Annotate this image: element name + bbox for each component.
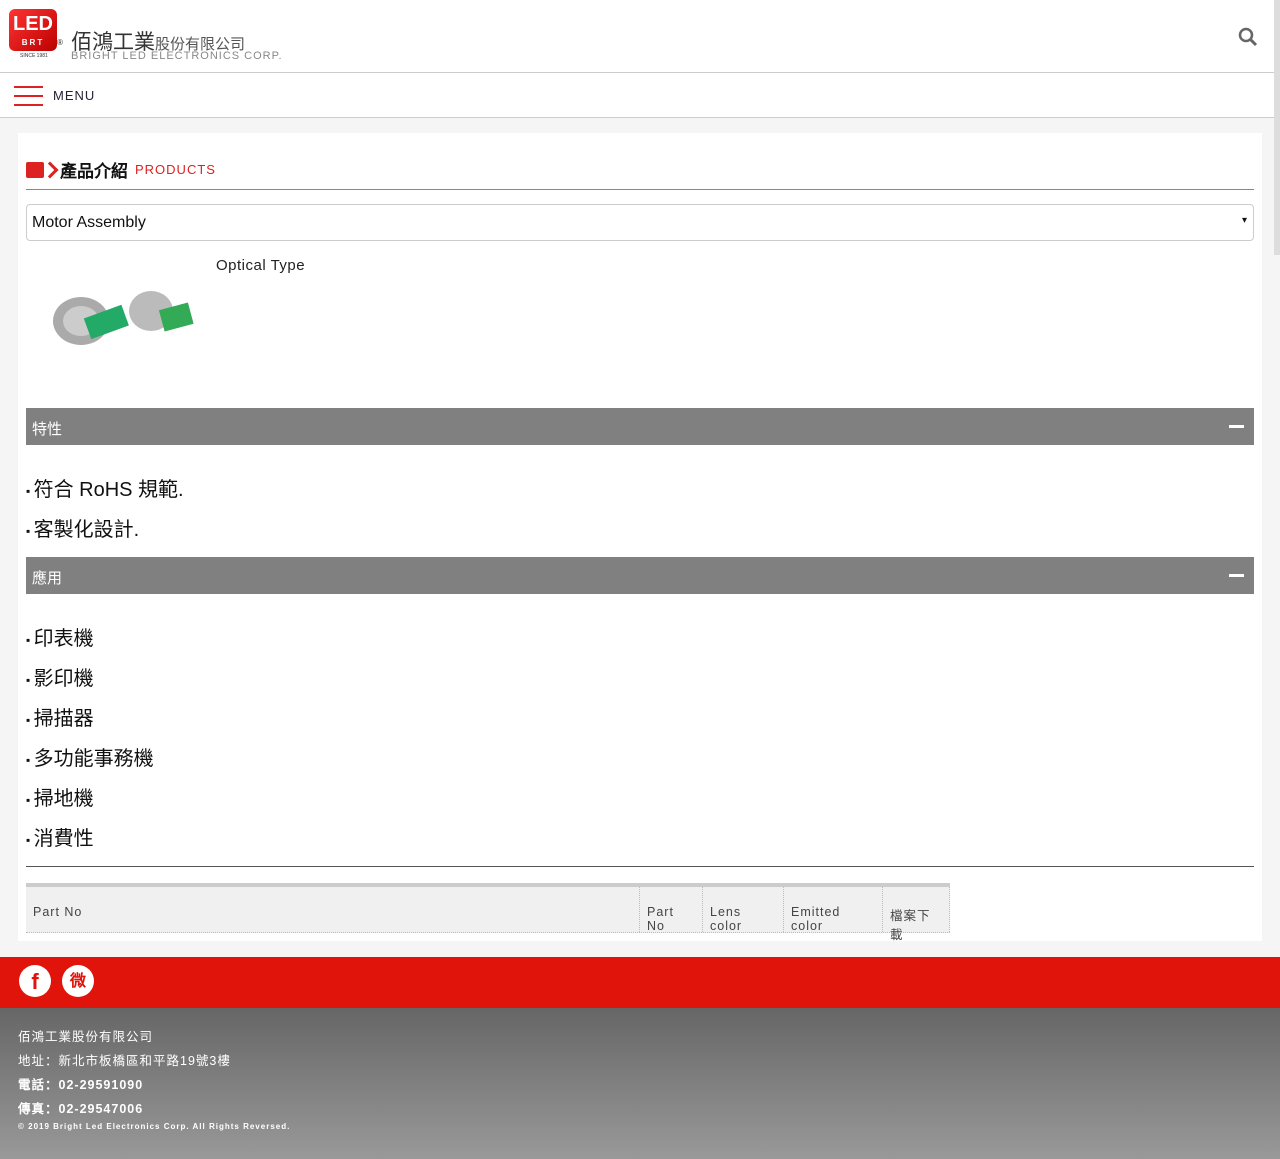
hamburger-icon[interactable] bbox=[14, 86, 43, 106]
product-type: Optical Type bbox=[216, 257, 306, 274]
list-item: 影印機 bbox=[26, 659, 154, 699]
column-header: Lens color bbox=[703, 887, 784, 933]
social-bar: f 微 bbox=[0, 957, 1280, 1008]
list-item: 多功能事務機 bbox=[26, 739, 154, 779]
title-zh: 產品介紹 bbox=[60, 162, 128, 181]
product-image bbox=[53, 291, 194, 345]
features-list: 符合 RoHS 規範. 客製化設計. bbox=[26, 470, 184, 550]
site-header: LED BRT SINCE 1981 ® 佰鴻工業股份有限公司 BRIGHT LE… bbox=[0, 0, 1280, 73]
company-name-en: BRIGHT LED ELECTRONICS CORP. bbox=[71, 50, 283, 62]
list-item: 印表機 bbox=[26, 619, 154, 659]
page-title: 產品介紹 PRODUCTS bbox=[26, 157, 216, 182]
list-item: 消費性 bbox=[26, 819, 154, 859]
select-value: Motor Assembly bbox=[32, 214, 146, 231]
chevron-down-icon: ▾ bbox=[1241, 215, 1247, 226]
footer-company: 佰鴻工業股份有限公司 bbox=[18, 1030, 154, 1044]
menu-button[interactable]: MENU bbox=[53, 88, 95, 103]
site-footer: 佰鴻工業股份有限公司 地址：新北市板橋區和平路19號3樓 電話：02-29591… bbox=[0, 1008, 1280, 1159]
divider bbox=[26, 866, 1254, 867]
collapse-icon[interactable] bbox=[1229, 574, 1244, 577]
column-header: Part No bbox=[640, 887, 703, 933]
footer-fax: 傳真：02-29547006 bbox=[18, 1102, 144, 1116]
parts-table-header: Part No Part No Lens color Emitted color… bbox=[26, 883, 950, 942]
facebook-icon[interactable]: f bbox=[19, 965, 51, 997]
logo-text: LED bbox=[13, 13, 53, 35]
column-header: 檔案下載 bbox=[883, 887, 950, 942]
list-item: 掃描器 bbox=[26, 699, 154, 739]
applications-accordion[interactable]: 應用 bbox=[26, 557, 1254, 594]
list-item: 客製化設計. bbox=[26, 510, 184, 550]
footer-address: 地址：新北市板橋區和平路19號3樓 bbox=[18, 1054, 231, 1068]
list-item: 掃地機 bbox=[26, 779, 154, 819]
divider bbox=[26, 189, 1254, 190]
arrow-flag-icon bbox=[26, 161, 54, 178]
column-header: Emitted color bbox=[784, 887, 883, 933]
features-title: 特性 bbox=[32, 421, 63, 438]
since-text: SINCE 1981 bbox=[20, 53, 48, 59]
column-header: Part No bbox=[26, 887, 640, 932]
collapse-icon[interactable] bbox=[1229, 425, 1244, 428]
registered-mark: ® bbox=[57, 38, 63, 47]
footer-phone: 電話：02-29591090 bbox=[18, 1078, 144, 1092]
category-select[interactable]: Motor Assembly ▾ bbox=[26, 204, 1254, 241]
scrollbar[interactable] bbox=[1274, 0, 1280, 255]
main-content: 產品介紹 PRODUCTS Motor Assembly ▾ Optical Ty… bbox=[18, 133, 1262, 942]
brand-logo[interactable]: LED BRT bbox=[9, 9, 57, 51]
footer-copyright: © 2019 Bright Led Electronics Corp. All … bbox=[18, 1122, 291, 1131]
title-en: PRODUCTS bbox=[135, 162, 216, 177]
applications-list: 印表機 影印機 掃描器 多功能事務機 掃地機 消費性 bbox=[26, 619, 154, 859]
menu-bar: MENU bbox=[0, 73, 1280, 118]
logo-sub: BRT bbox=[21, 38, 45, 47]
applications-title: 應用 bbox=[32, 570, 63, 587]
search-icon[interactable] bbox=[1238, 27, 1258, 47]
list-item: 符合 RoHS 規範. bbox=[26, 470, 184, 510]
weibo-icon[interactable]: 微 bbox=[62, 965, 94, 997]
features-accordion[interactable]: 特性 bbox=[26, 408, 1254, 445]
